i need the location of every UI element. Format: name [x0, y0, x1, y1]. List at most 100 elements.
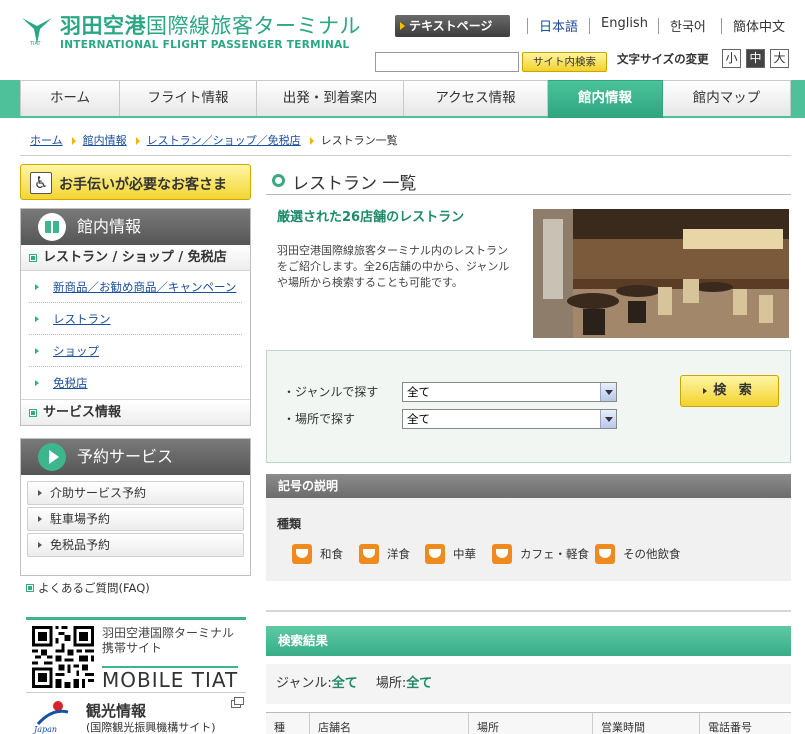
lang-korean[interactable]: 한국어 [670, 16, 706, 35]
external-link-icon [231, 697, 244, 708]
tourism-title: 観光情報 [86, 702, 147, 720]
reservation-parking-button[interactable]: 駐車場予約 [27, 507, 244, 531]
sidebar-link-shop[interactable]: ショップ [29, 335, 242, 367]
legend-cafe: カフェ・軽食 [492, 544, 589, 564]
intro-text: 羽田空港国際線旅客ターミナル内のレストランをご紹介します。全26店舗の中から、ジ… [277, 244, 510, 289]
site-logo[interactable]: TIAT 羽田空港国際線旅客ターミナル INTERNATIONAL FLIGHT… [20, 10, 361, 56]
info-book-icon [38, 213, 66, 241]
legend-western: 洋食 [359, 544, 410, 564]
nav-terminal-info[interactable]: 館内情報 [548, 80, 663, 118]
tourism-info-banner[interactable]: Japan 観光情報 (国際観光振興機構サイト) [26, 696, 246, 734]
tourism-subtitle: (国際観光振興機構サイト) [86, 721, 216, 734]
cafe-icon [492, 544, 512, 564]
assistance-label: お手伝いが必要なお客さま [59, 177, 227, 193]
nav-departure-arrival[interactable]: 出発・到着案内 [257, 80, 404, 116]
breadcrumb: ホーム 館内情報 レストラン／ショップ／免税店 レストラン一覧 [20, 126, 791, 156]
legend-title: 記号の説明 [266, 474, 791, 498]
breadcrumb-terminal-info[interactable]: 館内情報 [83, 134, 127, 147]
breadcrumb-home[interactable]: ホーム [30, 134, 63, 147]
lang-separator [721, 18, 722, 34]
genre-select[interactable]: 全て [402, 382, 617, 402]
legend-japanese: 和食 [292, 544, 343, 564]
results-conditions: ジャンル:全て 場所:全て [266, 664, 791, 704]
header: TIAT 羽田空港国際線旅客ターミナル INTERNATIONAL FLIGHT… [0, 0, 805, 80]
lang-japanese[interactable]: 日本語 [539, 16, 578, 35]
column-type: 種 [274, 721, 285, 734]
font-size-large-button[interactable]: 大 [770, 49, 789, 68]
legend-subtitle: 種類 [277, 517, 302, 531]
wheelchair-icon: ♿ [30, 172, 52, 194]
legend-chinese: 中華 [425, 544, 476, 564]
breadcrumb-current: レストラン一覧 [320, 134, 398, 147]
column-store-name: 店舗名 [309, 713, 468, 734]
sidebar-link-restaurant[interactable]: レストラン [29, 303, 242, 335]
breadcrumb-restaurant-shop[interactable]: レストラン／ショップ／免税店 [147, 134, 301, 147]
breadcrumb-arrow-icon [309, 137, 314, 145]
chevron-down-icon [600, 410, 616, 428]
place-select[interactable]: 全て [402, 409, 617, 429]
intro-heading: 厳選された26店舗のレストラン [277, 210, 465, 225]
japanese-food-icon [292, 544, 312, 564]
site-search-button[interactable]: サイト内検索 [522, 52, 607, 72]
japan-tourism-logo-icon: Japan [32, 701, 69, 734]
breadcrumb-arrow-icon [135, 137, 140, 145]
mobile-site-banner[interactable]: 羽田空港国際ターミナル携帯サイト MOBILE TIAT [26, 617, 246, 693]
mobile-brand: MOBILE TIAT [102, 666, 239, 692]
svg-text:Japan: Japan [32, 725, 57, 734]
font-size-small-button[interactable]: 小 [722, 49, 741, 68]
terminal-info-heading: 館内情報 [21, 209, 250, 245]
sidebar-item-service-info[interactable]: サービス情報 [21, 399, 250, 425]
search-filter-panel: ジャンルで探す 全て 場所で探す 全て 検 索 [266, 350, 791, 463]
terminal-info-menu: 館内情報 レストラン / ショップ / 免税店 新商品／お勧め商品／キャンペーン… [20, 208, 251, 426]
section-divider [266, 610, 791, 612]
place-filter-label: 場所で探す [283, 412, 355, 426]
site-search-input[interactable] [375, 52, 519, 72]
svg-text:TIAT: TIAT [29, 41, 42, 46]
western-food-icon [359, 544, 379, 564]
breadcrumb-arrow-icon [71, 137, 76, 145]
reservation-duty-free-button[interactable]: 免税品予約 [27, 533, 244, 557]
genre-filter-label: ジャンルで探す [283, 385, 378, 399]
legend-other: その他飲食 [595, 544, 681, 564]
restaurant-search-button[interactable]: 検 索 [680, 375, 779, 407]
sidebar-item-restaurant-shop[interactable]: レストラン / ショップ / 免税店 [21, 245, 250, 271]
logo-japanese: 羽田空港国際線旅客ターミナル [60, 14, 361, 38]
chinese-food-icon [425, 544, 445, 564]
nav-home[interactable]: ホーム [20, 80, 120, 116]
mobile-site-text: 羽田空港国際ターミナル携帯サイト [102, 626, 235, 655]
other-food-icon [595, 544, 615, 564]
assistance-button[interactable]: ♿ お手伝いが必要なお客さま [20, 164, 251, 200]
reservation-assistance-button[interactable]: 介助サービス予約 [27, 481, 244, 505]
tiat-logo-icon: TIAT [22, 18, 52, 46]
reservation-menu: 予約サービス 介助サービス予約 駐車場予約 免税品予約 [20, 438, 251, 576]
lang-separator [527, 18, 528, 34]
font-size-label: 文字サイズの変更 [617, 52, 709, 66]
text-page-button[interactable]: テキストページ [395, 15, 510, 37]
sidebar-link-new-products[interactable]: 新商品／お勧め商品／キャンペーン [29, 271, 242, 303]
results-heading: 検索結果 [266, 626, 791, 656]
legend-panel: 記号の説明 種類 和食 洋食 中華 カフェ・軽食 その他飲食 [266, 474, 791, 581]
nav-flight-info[interactable]: フライト情報 [120, 80, 257, 116]
faq-link[interactable]: よくあるご質問(FAQ) [22, 581, 251, 595]
sidebar-link-duty-free[interactable]: 免税店 [29, 367, 242, 399]
results-table-header: 種 店舗名 場所 営業時間 電話番号 [266, 712, 791, 734]
reservation-heading: 予約サービス [21, 439, 250, 475]
column-hours: 営業時間 [592, 713, 699, 734]
page-title: レストラン 一覧 [266, 165, 791, 195]
global-nav: ホーム フライト情報 出発・到着案内 アクセス情報 館内情報 館内マップ [0, 80, 805, 118]
font-size-medium-button[interactable]: 中 [746, 49, 765, 68]
restaurant-photo [533, 209, 789, 338]
play-circle-icon [38, 443, 66, 471]
chevron-down-icon [600, 383, 616, 401]
column-place: 場所 [468, 713, 592, 734]
lang-separator [589, 18, 590, 34]
lang-chinese[interactable]: 簡体中文 [733, 16, 785, 35]
lang-separator [658, 18, 659, 34]
logo-english: INTERNATIONAL FLIGHT PASSENGER TERMINAL [60, 39, 350, 51]
column-phone: 電話番号 [699, 713, 791, 734]
title-ring-icon [272, 174, 285, 187]
nav-access[interactable]: アクセス情報 [404, 80, 548, 116]
nav-terminal-map[interactable]: 館内マップ [663, 80, 791, 116]
lang-english[interactable]: English [601, 16, 648, 31]
qr-code-icon [32, 626, 94, 688]
